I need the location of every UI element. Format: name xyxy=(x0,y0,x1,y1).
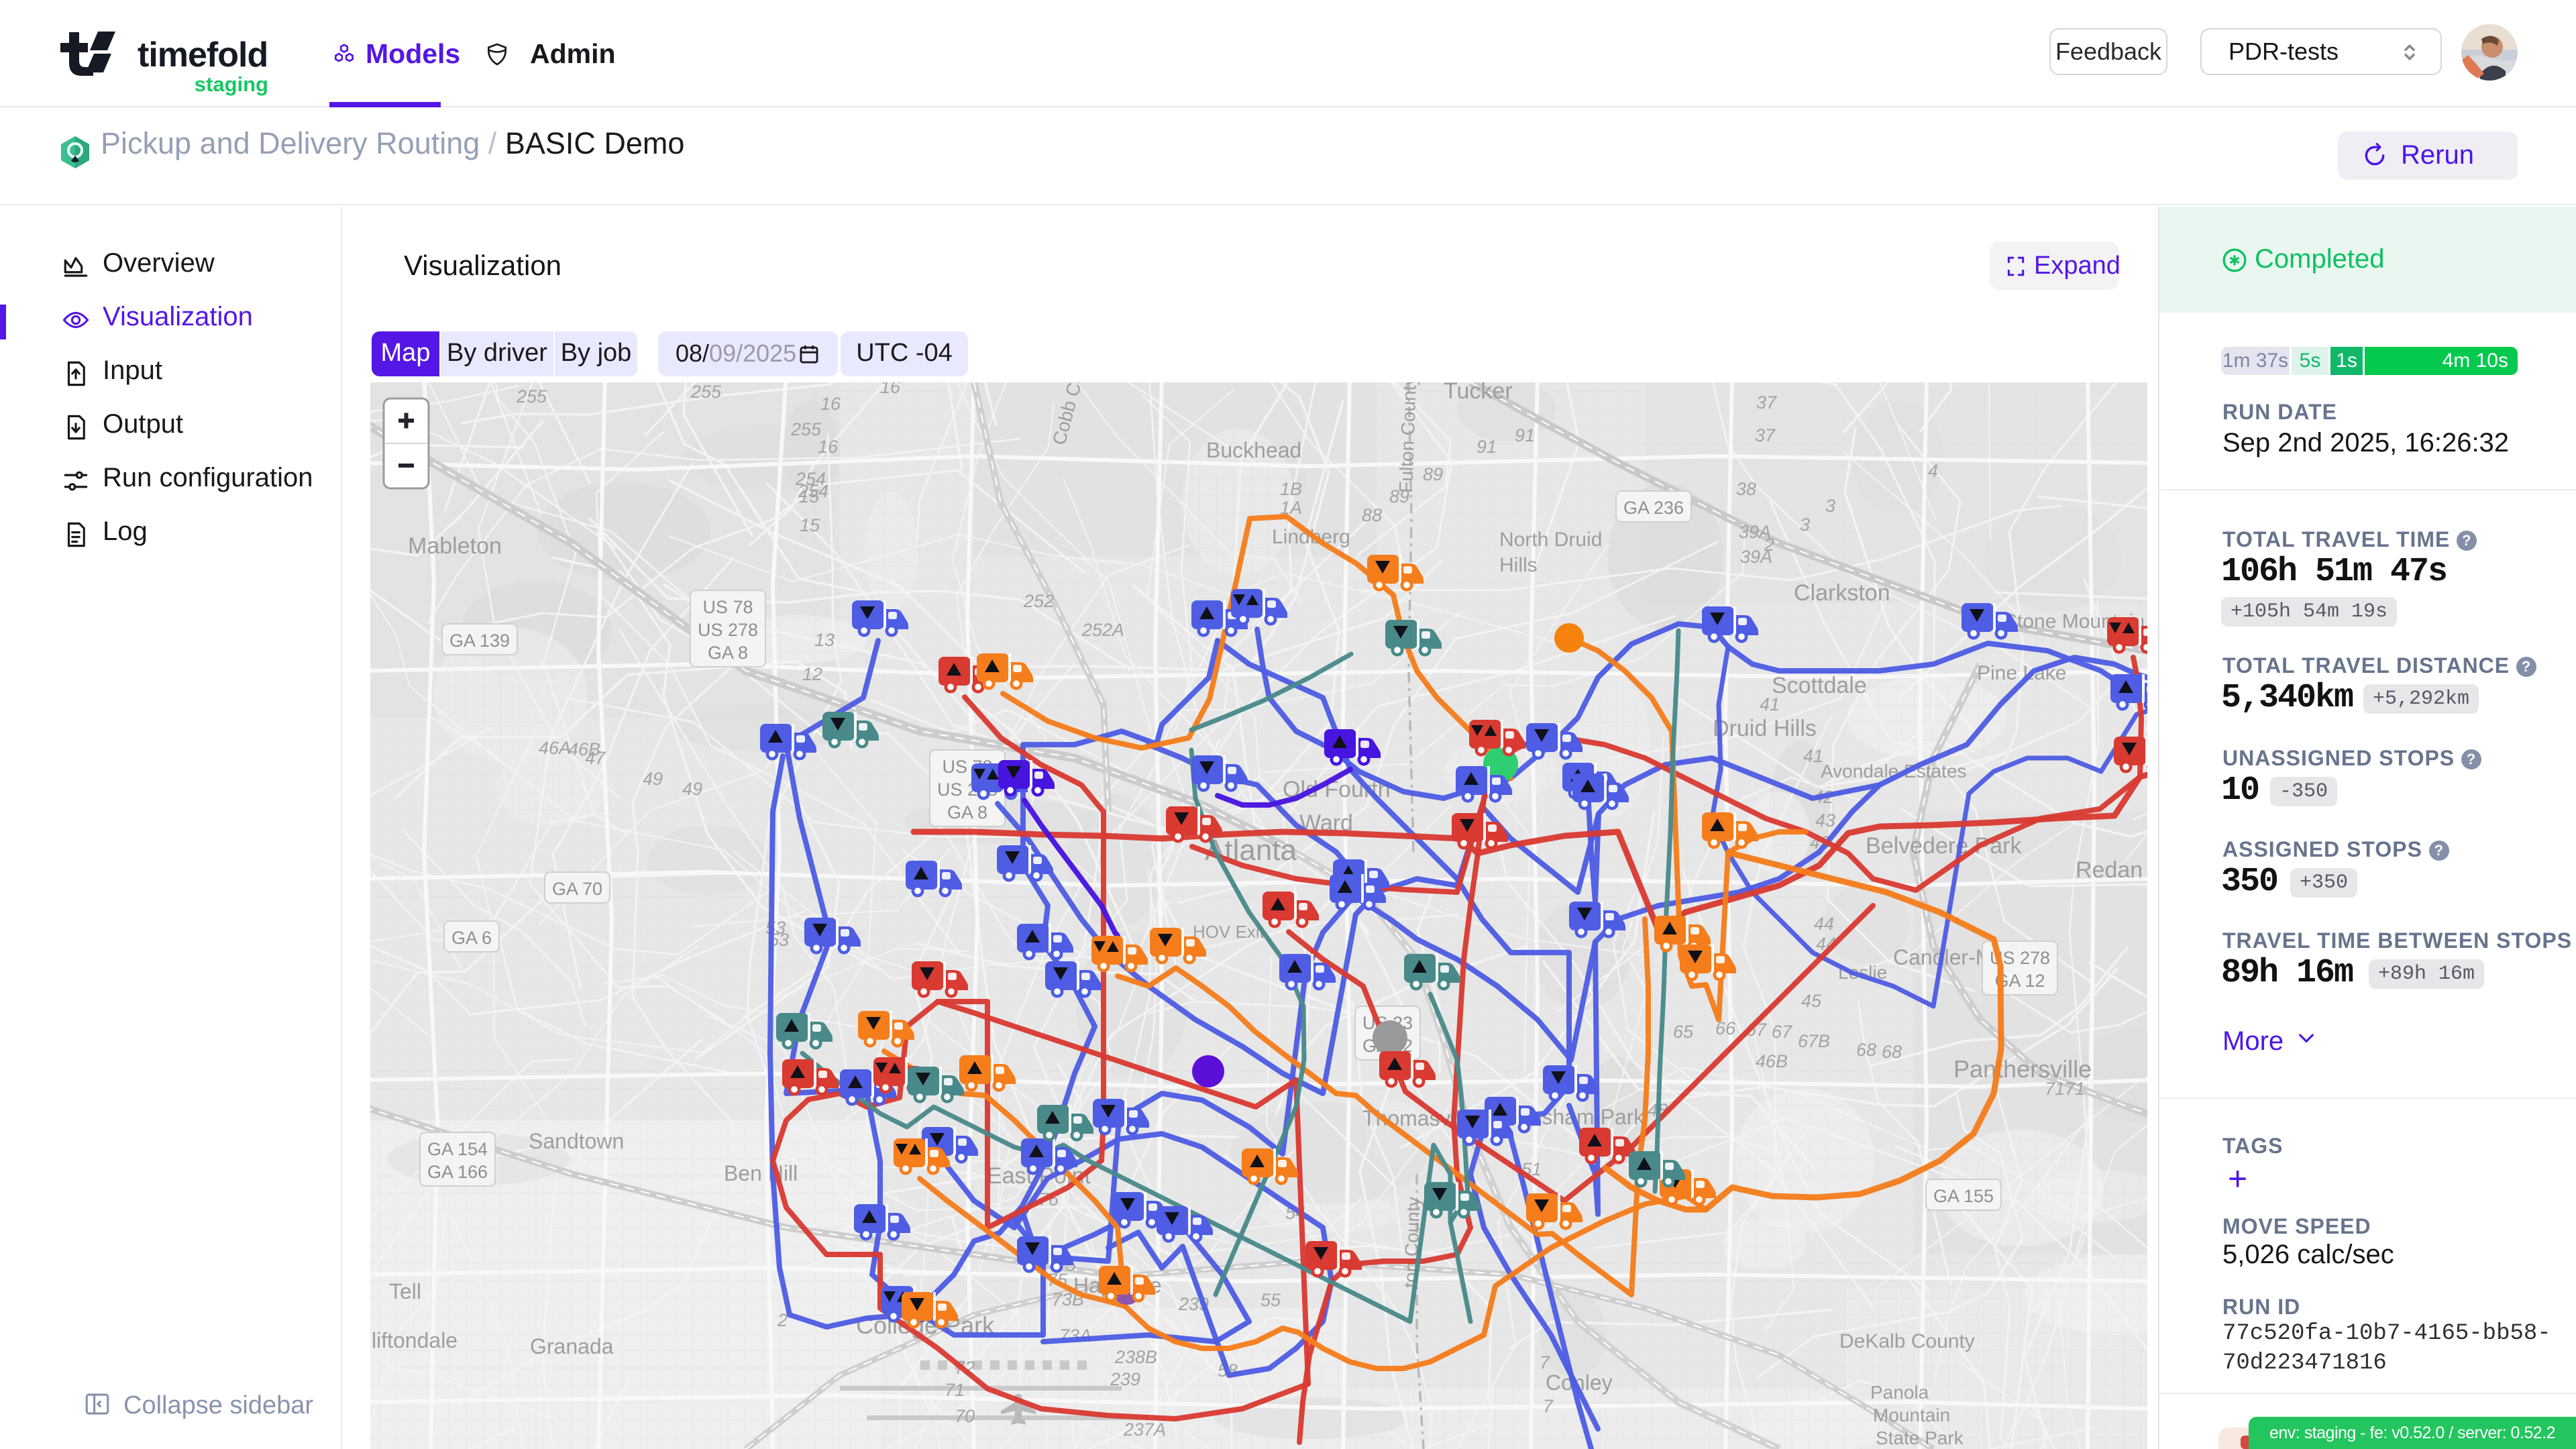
svg-text:Druid Hills: Druid Hills xyxy=(1713,716,1817,741)
svg-text:HOV Exit: HOV Exit xyxy=(1193,922,1265,942)
svg-text:GA 236: GA 236 xyxy=(1623,498,1684,518)
svg-text:16: 16 xyxy=(880,382,901,397)
svg-text:DeKalb County: DeKalb County xyxy=(1839,1330,1975,1352)
svg-text:38: 38 xyxy=(1736,479,1756,499)
svg-text:Sandtown: Sandtown xyxy=(529,1129,624,1153)
svg-text:255: 255 xyxy=(790,419,822,439)
svg-text:7: 7 xyxy=(1543,1396,1554,1416)
svg-text:Mableton: Mableton xyxy=(408,533,502,559)
svg-text:GA 154: GA 154 xyxy=(427,1139,488,1159)
svg-text:Buckhead: Buckhead xyxy=(1206,438,1301,462)
svg-text:43: 43 xyxy=(1815,810,1835,830)
svg-text:91: 91 xyxy=(1477,437,1497,457)
svg-text:252: 252 xyxy=(1023,591,1054,611)
svg-text:67B: 67B xyxy=(1798,1031,1830,1051)
svg-text:89: 89 xyxy=(1389,486,1409,506)
svg-text:7: 7 xyxy=(1540,1352,1550,1373)
svg-text:liftondale: liftondale xyxy=(372,1328,458,1352)
svg-text:GA 70: GA 70 xyxy=(552,879,602,899)
svg-text:255: 255 xyxy=(690,382,722,402)
svg-text:91: 91 xyxy=(1515,425,1535,445)
svg-text:Mountain: Mountain xyxy=(1873,1405,1950,1426)
svg-text:Granada: Granada xyxy=(530,1334,614,1358)
svg-text:71: 71 xyxy=(945,1380,965,1400)
svg-text:1B: 1B xyxy=(1280,479,1302,499)
svg-text:GA 139: GA 139 xyxy=(449,631,510,651)
svg-text:Hills: Hills xyxy=(1499,554,1538,576)
svg-text:44: 44 xyxy=(1814,914,1834,934)
svg-text:70: 70 xyxy=(955,1406,975,1426)
svg-text:GA 8: GA 8 xyxy=(947,802,987,822)
svg-text:37: 37 xyxy=(1755,425,1776,445)
svg-text:15: 15 xyxy=(800,515,820,535)
svg-text:GA 8: GA 8 xyxy=(708,643,748,663)
svg-text:Tell: Tell xyxy=(389,1279,421,1303)
svg-text:North Druid: North Druid xyxy=(1499,529,1602,551)
svg-text:65: 65 xyxy=(1673,1022,1694,1042)
svg-text:15: 15 xyxy=(799,486,820,506)
svg-text:255: 255 xyxy=(516,386,547,407)
svg-text:41: 41 xyxy=(1803,746,1823,766)
svg-text:46B: 46B xyxy=(1756,1051,1788,1071)
svg-text:68: 68 xyxy=(1882,1042,1902,1062)
svg-text:Clarkston: Clarkston xyxy=(1794,580,1890,606)
svg-text:89: 89 xyxy=(1423,464,1443,484)
svg-text:252A: 252A xyxy=(1081,620,1124,640)
svg-text:237A: 237A xyxy=(1123,1419,1166,1440)
svg-text:16: 16 xyxy=(820,394,841,414)
svg-text:16: 16 xyxy=(818,437,839,457)
svg-text:3: 3 xyxy=(1800,515,1810,535)
svg-text:Tucker: Tucker xyxy=(1444,382,1513,404)
svg-text:GA 155: GA 155 xyxy=(1933,1186,1994,1206)
svg-text:13: 13 xyxy=(814,630,835,650)
svg-text:47: 47 xyxy=(585,748,606,768)
svg-text:46A: 46A xyxy=(539,738,571,758)
svg-text:49: 49 xyxy=(682,779,702,799)
svg-text:71: 71 xyxy=(2065,1079,2085,1099)
svg-text:12: 12 xyxy=(802,664,822,684)
svg-text:2: 2 xyxy=(777,1310,788,1330)
svg-text:67: 67 xyxy=(1772,1022,1792,1042)
svg-text:US 278: US 278 xyxy=(698,620,758,640)
svg-text:3: 3 xyxy=(1825,496,1835,516)
svg-text:Panola: Panola xyxy=(1870,1382,1929,1403)
svg-text:238B: 238B xyxy=(1114,1347,1157,1367)
svg-text:49: 49 xyxy=(643,769,663,789)
svg-text:US 78: US 78 xyxy=(702,597,753,617)
svg-text:Fulton County: Fulton County xyxy=(1395,382,1420,493)
svg-text:Scottdale: Scottdale xyxy=(1772,673,1867,698)
svg-text:Redan: Redan xyxy=(2076,857,2143,883)
svg-text:71: 71 xyxy=(2045,1079,2065,1099)
svg-text:GA 6: GA 6 xyxy=(451,928,492,948)
svg-text:4: 4 xyxy=(1928,461,1938,481)
svg-text:68: 68 xyxy=(1856,1040,1876,1060)
svg-text:88: 88 xyxy=(1362,505,1382,525)
svg-text:41: 41 xyxy=(1760,694,1780,714)
svg-text:55: 55 xyxy=(1260,1290,1281,1310)
svg-text:State Park: State Park xyxy=(1876,1428,1964,1448)
svg-text:37: 37 xyxy=(1756,392,1777,413)
svg-text:Ben Hill: Ben Hill xyxy=(724,1161,798,1185)
svg-text:239: 239 xyxy=(1110,1369,1140,1389)
svg-text:GA 166: GA 166 xyxy=(427,1162,488,1182)
svg-text:45: 45 xyxy=(1801,991,1822,1011)
svg-text:2: 2 xyxy=(1764,535,1774,555)
